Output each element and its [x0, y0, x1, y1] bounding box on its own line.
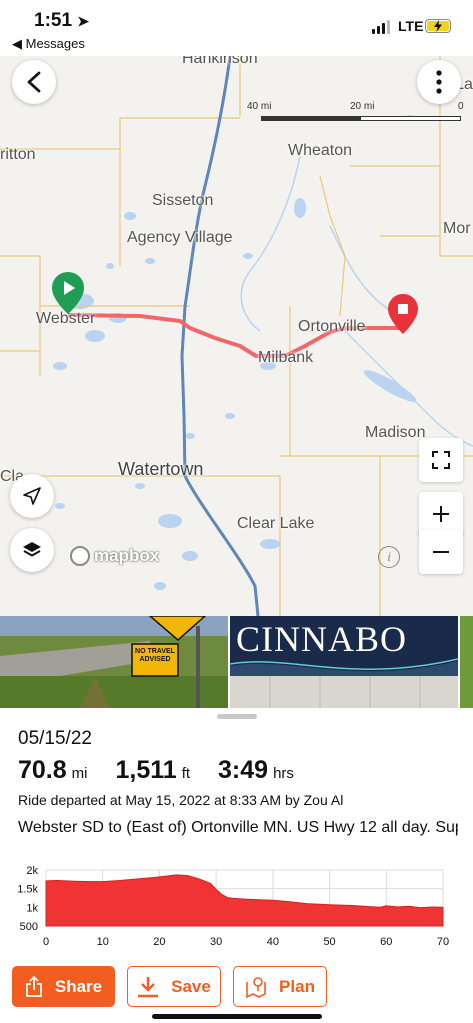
y-tick-label: 2k [26, 865, 38, 877]
locate-me-button[interactable] [10, 474, 54, 518]
ride-details-sheet: 05/15/22 70.8 mi 1,511 ft 3:49 hrs Ride … [0, 708, 473, 1023]
elevation-value: 1,511 [115, 756, 177, 784]
download-icon [138, 976, 159, 997]
road-sign-text: NO TRAVEL ADVISED [135, 648, 175, 663]
x-tick-label: 60 [380, 936, 392, 948]
elevation-unit: ft [181, 765, 191, 782]
photo-strip[interactable]: NO TRAVEL ADVISED CINNABO [0, 616, 473, 708]
scale-label-right: 0 [458, 101, 464, 112]
y-tick-label: 1.5k [17, 884, 38, 896]
chevron-left-icon [27, 71, 41, 93]
status-bar: 1:51 ➤ ◀ Messages LTE [0, 0, 473, 56]
distance-value: 70.8 [18, 756, 67, 784]
ride-description[interactable]: Webster SD to (East of) Ortonville MN. U… [18, 817, 458, 838]
map-layers-button[interactable] [10, 528, 54, 572]
duration-value: 3:49 [218, 756, 269, 784]
rivers [240, 155, 473, 447]
more-options-button[interactable] [417, 60, 461, 104]
network-label: LTE [398, 18, 424, 34]
elevation-chart[interactable]: 0 10 20 30 40 50 60 70 500 1k 1.5k 2k [0, 860, 473, 952]
location-arrow-icon: ➤ [77, 13, 90, 29]
ride-date: 05/15/22 [18, 728, 92, 749]
place-britton: ritton [0, 146, 36, 163]
place-madison: Madison [365, 424, 426, 441]
photo-cinnabon[interactable]: CINNABO [230, 616, 458, 708]
ride-stats: 70.8 mi 1,511 ft 3:49 hrs [18, 756, 322, 785]
more-vertical-icon [436, 70, 442, 94]
share-icon [25, 975, 42, 997]
lakes [53, 115, 417, 590]
distance-unit: mi [71, 765, 88, 782]
place-wheaton: Wheaton [288, 142, 353, 159]
place-milbank: Milbank [258, 349, 314, 366]
place-ortonville: Ortonville [298, 318, 366, 335]
x-tick-label: 70 [437, 936, 449, 948]
info-icon[interactable]: i [378, 546, 400, 568]
plan-button[interactable]: Plan [233, 966, 327, 1007]
fullscreen-button[interactable] [419, 438, 463, 482]
scale-label-mid: 20 mi [350, 101, 375, 112]
photo-partial[interactable] [460, 616, 473, 708]
scale-label-left: 40 mi [247, 101, 272, 112]
map-pin-icon [246, 976, 266, 998]
y-tick-label: 1k [26, 902, 38, 914]
minus-icon [433, 551, 449, 553]
ride-departed-text: Ride departed at May 15, 2022 at 8:33 AM… [18, 792, 344, 808]
save-button[interactable]: Save [127, 966, 221, 1007]
battery-icon [425, 19, 451, 33]
place-agency-village: Agency Village [127, 229, 233, 246]
x-tick-label: 20 [153, 936, 165, 948]
mapbox-logo[interactable]: mapbox [70, 546, 159, 566]
route-map[interactable]: Hankinson ritton Wheaton Sisseton Agency… [0, 56, 473, 616]
x-tick-label: 50 [323, 936, 335, 948]
x-tick-label: 40 [267, 936, 279, 948]
photo-road-sign[interactable]: NO TRAVEL ADVISED [0, 616, 228, 708]
fullscreen-icon [432, 451, 450, 469]
action-bar: Share Save Plan [12, 966, 327, 1007]
start-marker-icon[interactable] [52, 272, 84, 314]
end-marker-icon[interactable] [388, 294, 418, 334]
place-watertown: Watertown [118, 459, 204, 479]
elevation-area [45, 874, 444, 927]
x-tick-label: 0 [43, 936, 49, 948]
road-sign-photo [0, 616, 228, 708]
cinnabon-sign-text: CINNABO [236, 619, 408, 659]
home-indicator [152, 1014, 322, 1019]
place-sisseton: Sisseton [152, 192, 214, 209]
share-button[interactable]: Share [12, 966, 115, 1007]
save-label: Save [171, 976, 211, 996]
back-to-messages[interactable]: ◀ Messages [12, 36, 85, 52]
share-label: Share [54, 976, 103, 996]
place-hankinson: Hankinson [182, 56, 258, 67]
duration-unit: hrs [273, 765, 294, 782]
y-tick-label: 500 [20, 921, 38, 933]
map-scale-bar: 40 mi 20 mi 0 [247, 101, 467, 127]
status-time: 1:51 ➤ [34, 10, 90, 31]
x-tick-label: 30 [210, 936, 222, 948]
layers-icon [23, 542, 41, 557]
zoom-out-button[interactable] [419, 530, 463, 574]
place-mor: Mor [443, 220, 471, 237]
place-clear-lake: Clear Lake [237, 515, 315, 532]
plan-label: Plan [279, 976, 315, 996]
x-tick-label: 10 [97, 936, 109, 948]
navigation-arrow-icon [23, 487, 41, 505]
signal-icon [372, 20, 390, 34]
back-button[interactable] [12, 60, 56, 104]
plus-icon [433, 506, 449, 522]
sheet-drag-handle[interactable] [217, 714, 257, 719]
